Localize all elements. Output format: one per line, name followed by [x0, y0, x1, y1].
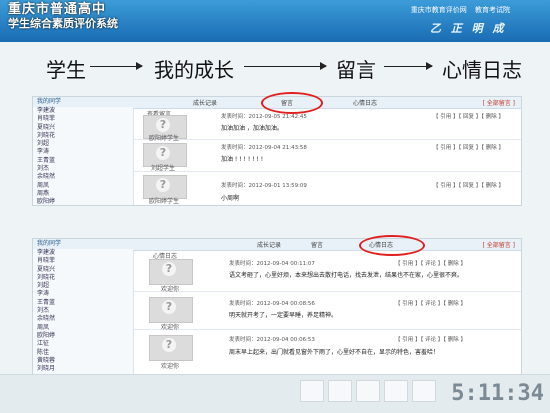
tab-bar: 成长记录 留言 心情日志 [ 全部留言 ] — [133, 97, 521, 109]
mood-text: 语文考砸了，心里好烦，本来想出去散打电话，找去发泄，结果也不在家，心里很不爽。 — [229, 272, 464, 279]
flow-step-student: 学生 — [46, 58, 86, 82]
nav-link-exam[interactable]: 教育考试院 — [475, 6, 510, 14]
tab-mood-log[interactable]: 心情日志 — [353, 98, 377, 107]
question-mark-icon: ? — [156, 178, 170, 192]
avatar[interactable]: ? — [149, 297, 193, 323]
sidebar-item-classmate[interactable]: 刘晓月 — [33, 365, 133, 373]
sidebar-item-classmate[interactable]: 刘晓花 — [33, 132, 133, 140]
avatar[interactable]: ? — [149, 259, 193, 285]
flow-step-message: 留言 — [336, 58, 376, 82]
list-item: 心情日志 ? 欢迎你 发表时间：2012-09-04 00:11:07 【 引用… — [133, 251, 521, 293]
sidebar-item-classmate[interactable]: 肖晓菲 — [33, 257, 133, 265]
sidebar-item-classmate[interactable]: 陈佳 — [33, 349, 133, 357]
sidebar-item-classmate[interactable]: 江征 — [33, 340, 133, 348]
title-line-2: 学生综合素质评价系统 — [8, 17, 118, 30]
sidebar-title: 我的同学 — [33, 239, 133, 249]
entry-actions[interactable]: 【 引用 】【 评论 】【 删除 】 — [395, 259, 466, 267]
sidebar-item-classmate[interactable]: 周凤 — [33, 182, 133, 190]
list-item: ? 欧阳婷学生 发表时间：2012-09-01 13:59:09 【 引用 】【… — [133, 171, 521, 205]
tab-bar: 成长记录 留言 心情日志 [ 全部留言 ] — [133, 239, 521, 251]
tab-growth-record[interactable]: 成长记录 — [257, 240, 281, 249]
sidebar-item-classmate[interactable]: 欧阳婷 — [33, 198, 133, 206]
classmate-sidebar: 我的同学 李建波 肖晓菲 夏晓兴 刘晓花 刘超 李涛 王青蓝 刘杰 余晓然 周凤… — [33, 239, 134, 375]
sidebar-item-classmate[interactable]: 余晓然 — [33, 173, 133, 181]
question-mark-icon: ? — [156, 118, 170, 132]
list-item: ? 刘超学生 发表时间：2012-09-04 21:43:58 【 引用 】【 … — [133, 139, 521, 172]
entry-actions[interactable]: 【 引用 】【 评论 】【 删除 】 — [395, 299, 466, 307]
list-item: 查看留言 ? 欧阳婷学生 发表时间：2012-09-05 21:42:45 【 … — [133, 109, 521, 142]
sidebar-item-classmate[interactable]: 刘晓花 — [33, 274, 133, 282]
author-name[interactable]: 欢迎你 — [161, 361, 179, 370]
message-text: 加油加油 ，加油加油。 — [221, 125, 283, 132]
flow-step-growth: 我的成长 — [154, 58, 234, 82]
entry-actions[interactable]: 【 引用 】【 评论 】【 删除 】 — [395, 335, 466, 343]
tab-growth-record[interactable]: 成长记录 — [193, 98, 217, 107]
mood-log-panel: 我的同学 李建波 肖晓菲 夏晓兴 刘晓花 刘超 李涛 王青蓝 刘杰 余晓然 周凤… — [32, 235, 522, 376]
mood-text: 周末早上起来，出门就看见窗外下雨了，心里好不自在，显示的特色，害羞哈！ — [229, 349, 440, 356]
sidebar-item-classmate[interactable]: 夏晓兴 — [33, 124, 133, 132]
post-time: 发表时间：2012-09-04 00:08:56 — [229, 301, 315, 307]
question-mark-icon: ? — [162, 262, 176, 276]
question-mark-icon: ? — [156, 146, 170, 160]
post-time: 发表时间：2012-09-04 00:06:53 — [229, 337, 315, 343]
author-name[interactable]: 欧阳婷学生 — [149, 196, 179, 205]
tab-messages[interactable]: 留言 — [311, 240, 323, 249]
mood-text: 明天就开考了，一定要早睡，养足精神。 — [229, 312, 338, 319]
clock-background — [300, 380, 450, 404]
sidebar-item-classmate[interactable]: 周凤 — [33, 324, 133, 332]
post-time: 发表时间：2012-09-04 00:11:07 — [229, 261, 315, 267]
post-time: 发表时间：2012-09-04 21:43:58 — [221, 145, 307, 151]
sidebar-item-classmate[interactable]: 黄晓蓉 — [33, 357, 133, 365]
app-header: 重庆市普通高中 学生综合素质评价系统 重庆市教育评价网 教育考试院 乙 正 明 … — [0, 0, 550, 42]
sidebar-item-classmate[interactable]: 李涛 — [33, 148, 133, 156]
title-line-1: 重庆市普通高中 — [8, 2, 107, 17]
entry-actions[interactable]: 【 引用 】【 回复 】【 删除 】 — [433, 112, 504, 120]
entry-actions[interactable]: 【 引用 】【 回复 】【 删除 】 — [433, 181, 504, 189]
all-messages-link[interactable]: [ 全部留言 ] — [483, 240, 516, 249]
sidebar-item-classmate[interactable]: 李涛 — [33, 290, 133, 298]
navigation-flow: 学生 我的成长 留言 心情日志 — [46, 52, 526, 82]
arrow-right-icon — [90, 62, 143, 70]
arrow-right-icon — [384, 62, 433, 70]
avatar[interactable]: ? — [149, 335, 193, 361]
post-time: 发表时间：2012-09-01 13:59:09 — [221, 183, 307, 189]
sidebar-title: 我的同学 — [33, 97, 133, 107]
flow-step-mood-log: 心情日志 — [442, 58, 522, 82]
post-time: 发表时间：2012-09-05 21:42:45 — [221, 114, 307, 120]
question-mark-icon: ? — [162, 338, 176, 352]
message-text: 加油 ! ! ! ! ! ! ! — [221, 156, 264, 163]
system-logo-title: 重庆市普通高中 学生综合素质评价系统 — [8, 3, 168, 31]
sidebar-item-classmate[interactable]: 王青蓝 — [33, 299, 133, 307]
sidebar-item-classmate[interactable]: 夏晓兴 — [33, 266, 133, 274]
sidebar-item-classmate[interactable]: 肖晓菲 — [33, 115, 133, 123]
list-item: ? 欢迎你 发表时间：2012-09-04 00:08:56 【 引用 】【 评… — [133, 291, 521, 331]
sidebar-item-classmate[interactable]: 余晓然 — [33, 315, 133, 323]
message-text: 小周啊 — [221, 195, 240, 202]
list-item: ? 欢迎你 发表时间：2012-09-04 00:06:53 【 引用 】【 评… — [133, 329, 521, 370]
nav-link-edu-eval[interactable]: 重庆市教育评价网 — [411, 6, 467, 14]
entry-actions[interactable]: 【 引用 】【 回复 】【 删除 】 — [433, 143, 504, 151]
arrow-right-icon — [244, 62, 327, 70]
classmate-sidebar: 我的同学 李建波 肖晓菲 夏晓兴 刘晓花 刘超 李涛 王青蓝 刘杰 余晓然 周凤… — [33, 97, 134, 205]
header-nav: 重庆市教育评价网 教育考试院 — [405, 5, 510, 15]
sidebar-item-classmate[interactable]: 王青蓝 — [33, 157, 133, 165]
message-board-panel: 我的同学 李建波 肖晓菲 夏晓兴 刘晓花 刘超 李涛 王青蓝 刘杰 余晓然 周凤… — [32, 92, 522, 206]
all-messages-link[interactable]: [ 全部留言 ] — [483, 98, 516, 107]
clock-display: 5:11:34 — [451, 381, 544, 406]
question-mark-icon: ? — [162, 300, 176, 314]
header-decoration: 乙 正 明 成 — [430, 22, 507, 35]
